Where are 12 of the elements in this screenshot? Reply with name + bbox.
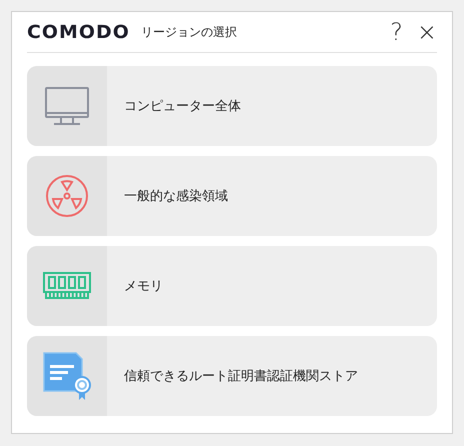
region-option[interactable]: メモリ — [27, 246, 437, 326]
region-option[interactable]: 一般的な感染領域 — [27, 156, 437, 236]
region-option[interactable]: 信頼できるルート証明書認証機関ストア — [27, 336, 437, 416]
help-button[interactable]: ? — [390, 20, 403, 44]
certificate-icon — [42, 351, 92, 401]
logo: COMODO — [27, 22, 130, 42]
radiation-icon — [45, 174, 89, 218]
region-option[interactable]: コンピューター全体 — [27, 66, 437, 146]
close-button[interactable]: × — [416, 20, 437, 44]
memory-icon — [43, 272, 91, 300]
window-title: リージョンの選択 — [140, 24, 238, 40]
monitor-icon — [44, 86, 90, 126]
